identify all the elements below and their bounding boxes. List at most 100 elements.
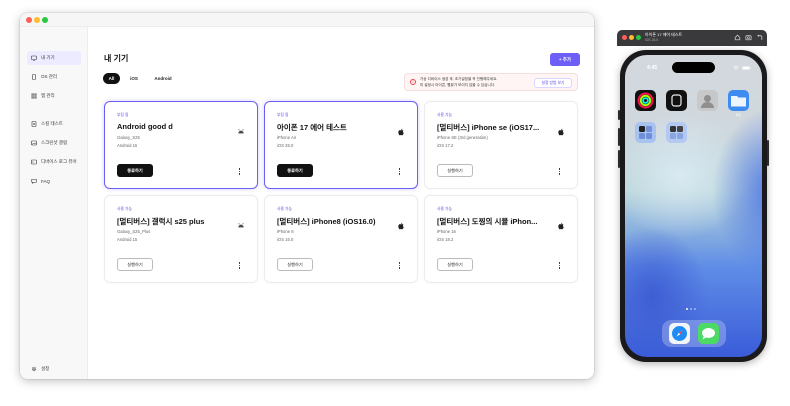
more-options-icon[interactable] — [398, 168, 401, 176]
sidebar-item-my-devices[interactable]: 내 기기 — [27, 51, 81, 65]
alert-icon: ! — [410, 79, 416, 85]
more-options-icon[interactable] — [238, 262, 241, 270]
device-card[interactable]: 사용 가능 [멀티버스] iPhone se (iOS17... iPhone … — [424, 101, 578, 189]
messages-app[interactable] — [698, 323, 719, 344]
apps-grid-icon — [31, 93, 37, 99]
device-model: iPhone SE (3rd generation) — [437, 135, 488, 140]
sidebar-item-label: 스킬 테스트 — [41, 121, 63, 126]
device-card[interactable]: 사용 가능 [멀티버스] 갤럭시 s25 plus Galaxy_S25_Plu… — [104, 195, 258, 283]
gear-icon — [31, 366, 37, 372]
home-screen[interactable]: 4:45 파일 — [625, 55, 762, 357]
sidebar-item-apps[interactable]: 앱 관리 — [27, 89, 81, 103]
run-button[interactable]: 실행하기 — [117, 258, 153, 271]
utilities-folder[interactable] — [635, 122, 656, 143]
main-content: 내 기기 + 추가 All iOS Android ! 가상 디바이스 생성 후… — [88, 27, 594, 379]
volume-up-button[interactable] — [618, 128, 620, 146]
device-model: iPhone 8 — [277, 229, 294, 234]
window-zoom-button[interactable] — [42, 17, 48, 23]
more-options-icon[interactable] — [558, 168, 561, 176]
sidebar-item-label: 디바이스 로그 뷰어 — [41, 159, 77, 164]
filter-ios[interactable]: iOS — [125, 73, 143, 84]
settings-label: 설정 — [41, 366, 50, 371]
files-app[interactable] — [728, 90, 749, 111]
device-card[interactable]: 부팅 됨 아이폰 17 에어 테스트 iPhone Air iOS 26.0 종… — [264, 101, 418, 189]
volume-down-button[interactable] — [618, 150, 620, 168]
device-card[interactable]: 사용 가능 [멀티버스] iPhone8 (iOS16.0) iPhone 8 … — [264, 195, 418, 283]
log-icon — [31, 159, 37, 165]
more-options-icon[interactable] — [238, 168, 241, 176]
app-label: 파일 — [735, 113, 742, 117]
run-button[interactable]: 실행하기 — [437, 258, 473, 271]
simulator-zoom-button[interactable] — [636, 35, 641, 40]
sidebar-item-label: 스크린샷 갤럼 — [41, 140, 68, 145]
filter-all[interactable]: All — [103, 73, 120, 84]
filter-android[interactable]: Android — [147, 73, 179, 84]
home-icon[interactable] — [734, 34, 741, 41]
stop-button[interactable]: 종료하기 — [277, 164, 313, 177]
stop-button[interactable]: 종료하기 — [117, 164, 153, 177]
page-indicator — [686, 308, 696, 310]
sidebar-item-faq[interactable]: FAQ — [27, 174, 81, 188]
simulator-close-button[interactable] — [622, 35, 627, 40]
android-icon — [237, 128, 245, 136]
window-minimize-button[interactable] — [34, 17, 40, 23]
window-close-button[interactable] — [26, 17, 32, 23]
notice-line-2: 미 설정시 아이콘, 웹뷰가 보이지 않을 수 있습니다. — [420, 82, 496, 87]
contacts-icon — [701, 95, 714, 108]
sidebar-item-log-viewer[interactable]: 디바이스 로그 뷰어 — [27, 155, 81, 169]
sidebar: 내 기기 OS 관리 앱 관리 스킬 테스트 스크린샷 갤럼 디바이스 로그 뷰… — [20, 27, 88, 379]
status-badge: 사용 가능 — [277, 207, 293, 211]
status-badge: 부팅 됨 — [117, 113, 129, 117]
document-icon — [31, 121, 37, 127]
status-badge: 부팅 됨 — [277, 113, 289, 117]
run-button[interactable]: 실행하기 — [277, 258, 313, 271]
power-button[interactable] — [767, 140, 769, 166]
screenshot-icon[interactable] — [745, 34, 752, 41]
notice-text: 가상 디바이스 생성 후, 초기설정을 꼭 진행해주세요. 미 설정시 아이콘,… — [420, 77, 520, 88]
device-card[interactable]: 사용 가능 [멀티버스] 도찡의 시뮬 iPhon... iPhone 16 i… — [424, 195, 578, 283]
more-options-icon[interactable] — [558, 262, 561, 270]
desktop: 내 기기 OS 관리 앱 관리 스킬 테스트 스크린샷 갤럼 디바이스 로그 뷰… — [0, 0, 790, 406]
wifi-icon — [733, 66, 739, 70]
sidebar-item-screenshot-gallery[interactable]: 스크린샷 갤럼 — [27, 136, 81, 150]
setup-notice: ! 가상 디바이스 생성 후, 초기설정을 꼭 진행해주세요. 미 설정시 아이… — [404, 73, 578, 91]
apple-icon — [397, 222, 405, 230]
device-model: Galaxy_S25_Plus — [117, 229, 151, 234]
device-card[interactable]: 부팅 됨 Android good d Galaxy_S25 Android 1… — [104, 101, 258, 189]
action-button[interactable] — [618, 110, 620, 120]
safari-app[interactable] — [669, 323, 690, 344]
sidebar-item-label: FAQ — [41, 178, 51, 184]
add-device-button[interactable]: + 추가 — [550, 53, 580, 66]
gallery-icon — [31, 140, 37, 146]
folder-grid-icon — [670, 126, 683, 139]
safari-icon — [672, 326, 687, 341]
fitness-app[interactable] — [635, 90, 656, 111]
rotate-icon[interactable] — [756, 34, 763, 41]
messages-icon — [702, 328, 715, 340]
battery-icon — [742, 66, 751, 70]
sidebar-item-os[interactable]: OS 관리 — [27, 70, 81, 84]
device-model: iPhone 16 — [437, 229, 456, 234]
status-badge: 사용 가능 — [117, 207, 133, 211]
apps-folder[interactable] — [666, 122, 687, 143]
sidebar-item-settings[interactable]: 설정 — [27, 362, 81, 376]
simulator-minimize-button[interactable] — [629, 35, 634, 40]
apple-icon — [397, 128, 405, 136]
window-titlebar — [20, 13, 594, 27]
iphone-simulator: 4:45 파일 — [618, 50, 769, 362]
device-name: [멀티버스] 갤럭시 s25 plus — [117, 217, 205, 226]
watch-app[interactable] — [666, 90, 687, 111]
folder-icon — [731, 96, 746, 107]
device-os: iOS 18.2 — [437, 237, 454, 242]
device-os: Android 15 — [117, 237, 138, 242]
device-name: 아이폰 17 에어 테스트 — [277, 123, 347, 132]
contacts-app[interactable] — [697, 90, 718, 111]
setup-guide-button[interactable]: 설정 방법 보기 — [534, 78, 572, 88]
app-window: 내 기기 OS 관리 앱 관리 스킬 테스트 스크린샷 갤럼 디바이스 로그 뷰… — [20, 13, 594, 379]
run-button[interactable]: 실행하기 — [437, 164, 473, 177]
sidebar-item-label: OS 관리 — [41, 74, 58, 79]
android-icon — [237, 222, 245, 230]
more-options-icon[interactable] — [398, 262, 401, 270]
dynamic-island — [672, 62, 715, 73]
sidebar-item-skill-test[interactable]: 스킬 테스트 — [27, 117, 81, 131]
